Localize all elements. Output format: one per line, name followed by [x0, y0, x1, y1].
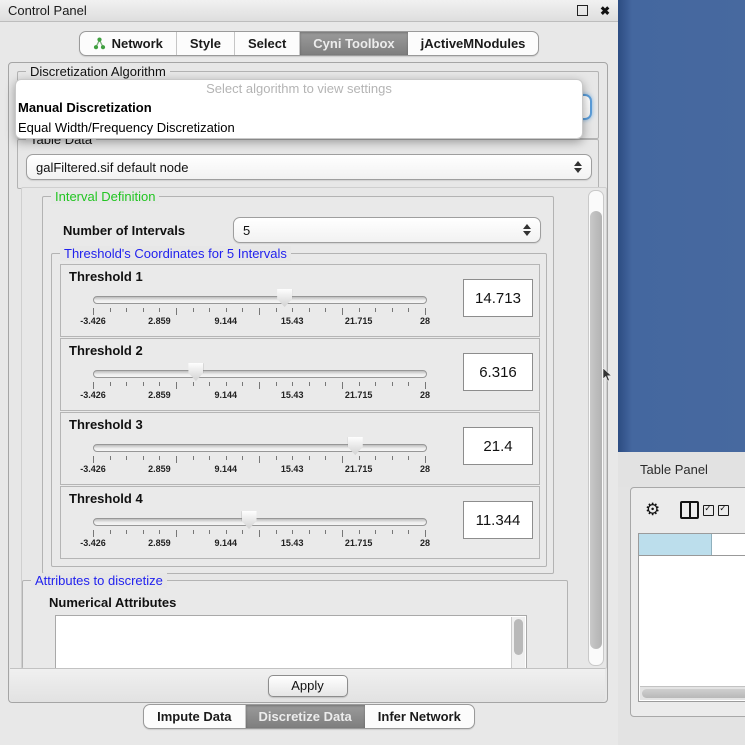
bottom-tab-label: Discretize Data — [259, 709, 352, 724]
table-data-group: Table Data galFiltered.sif default node — [17, 139, 599, 189]
table-panel-window: ⚙ — [630, 487, 745, 717]
threshold-label: Threshold 4 — [69, 491, 143, 506]
slider-track[interactable] — [93, 518, 427, 526]
table-horizontal-scrollbar[interactable] — [640, 686, 745, 700]
slider-thumb[interactable] — [242, 511, 257, 529]
thresholds-group-title: Threshold's Coordinates for 5 Intervals — [60, 246, 291, 261]
checkbox-icon[interactable] — [703, 505, 714, 516]
apply-button[interactable]: Apply — [268, 675, 348, 697]
float-window-icon[interactable] — [577, 5, 588, 16]
slider-ticks — [93, 456, 425, 464]
node-table — [638, 533, 745, 702]
slider-thumb[interactable] — [348, 437, 363, 455]
algorithm-dropdown-popup: Select algorithm to view settings Manual… — [15, 79, 583, 139]
split-columns-icon[interactable] — [680, 501, 699, 519]
checkbox-icon[interactable] — [718, 505, 729, 516]
slider-thumb[interactable] — [188, 363, 203, 381]
tab-style[interactable]: Style — [177, 32, 235, 55]
bottom-tab-label: Infer Network — [378, 709, 461, 724]
threshold-value-field[interactable]: 11.344 — [463, 501, 533, 539]
table-header-row — [639, 534, 745, 556]
slider-track[interactable] — [93, 370, 427, 378]
column-header-shared[interactable] — [639, 534, 712, 555]
network-window-frame — [618, 0, 745, 452]
tab-jactivemnodules[interactable]: jActiveMNodules — [408, 32, 539, 55]
apply-button-label: Apply — [291, 678, 324, 693]
tab-label: Network — [112, 36, 163, 51]
threshold-box-4: Threshold 4 -3.4262.8599.14415.4321.71528… — [60, 486, 540, 559]
tab-label: Style — [190, 36, 221, 51]
bottom-tab-impute-data[interactable]: Impute Data — [144, 705, 245, 728]
interval-definition-title: Interval Definition — [51, 189, 159, 204]
slider-ticks — [93, 530, 425, 538]
tab-label: jActiveMNodules — [421, 36, 526, 51]
slider-tick-labels: -3.4262.8599.14415.4321.71528 — [93, 316, 425, 328]
threshold-box-2: Threshold 2 -3.4262.8599.14415.4321.71528… — [60, 338, 540, 411]
slider-ticks — [93, 308, 425, 316]
settings-scroll-viewport: Interval Definition Number of Intervals … — [21, 187, 607, 669]
slider-track[interactable] — [93, 296, 427, 304]
bottom-tab-row: Impute Data Discretize Data Infer Network — [0, 704, 618, 729]
table-toolbar: ⚙ — [631, 488, 745, 532]
attributes-list-scrollbar[interactable] — [511, 617, 525, 669]
combo-arrows-icon — [523, 224, 531, 236]
threshold-value-field[interactable]: 6.316 — [463, 353, 533, 391]
attributes-group: Attributes to discretize Numerical Attri… — [22, 580, 568, 669]
threshold-value-field[interactable]: 21.4 — [463, 427, 533, 465]
bottom-tab-discretize-data[interactable]: Discretize Data — [246, 705, 365, 728]
control-panel-titlebar: Control Panel ✖ — [0, 0, 618, 22]
table-data-value: galFiltered.sif default node — [36, 160, 188, 175]
tab-label: Cyni Toolbox — [313, 36, 394, 51]
algorithm-options: Manual DiscretizationEqual Width/Frequen… — [16, 98, 582, 138]
top-tab-row: Network Style Select Cyni Toolbox jActiveMNo… — [0, 31, 618, 56]
top-tabbar: Network Style Select Cyni Toolbox jActiveMNo… — [79, 31, 540, 56]
column-header-name[interactable] — [712, 534, 745, 555]
network-icon — [93, 37, 106, 50]
slider-tick-labels: -3.4262.8599.14415.4321.71528 — [93, 390, 425, 402]
slider-track[interactable] — [93, 444, 427, 452]
gear-icon[interactable]: ⚙ — [645, 500, 660, 520]
num-intervals-value: 5 — [243, 223, 250, 238]
threshold-label: Threshold 3 — [69, 417, 143, 432]
algorithm-option[interactable]: Manual Discretization — [16, 98, 582, 118]
tab-select[interactable]: Select — [235, 32, 300, 55]
threshold-label: Threshold 2 — [69, 343, 143, 358]
tab-cyni-toolbox[interactable]: Cyni Toolbox — [300, 32, 407, 55]
close-icon[interactable]: ✖ — [600, 5, 610, 17]
interval-definition-group: Interval Definition Number of Intervals … — [42, 196, 554, 574]
slider-ticks — [93, 382, 425, 390]
numerical-attributes-label: Numerical Attributes — [49, 595, 176, 610]
slider-tick-labels: -3.4262.8599.14415.4321.71528 — [93, 538, 425, 550]
attributes-group-title: Attributes to discretize — [31, 573, 167, 588]
table-panel-title: Table Panel — [640, 462, 708, 477]
cyni-toolbox-panel: Discretization Algorithm Select algorith… — [8, 62, 608, 703]
threshold-value-field[interactable]: 14.713 — [463, 279, 533, 317]
attributes-list[interactable] — [55, 615, 527, 669]
algorithm-placeholder: Select algorithm to view settings — [16, 80, 582, 98]
bottom-tab-infer-network[interactable]: Infer Network — [365, 705, 474, 728]
algorithm-option[interactable]: Equal Width/Frequency Discretization — [16, 118, 582, 138]
viewport-scrollbar[interactable] — [588, 190, 604, 666]
combo-arrows-icon — [574, 161, 582, 173]
table-data-combobox[interactable]: galFiltered.sif default node — [26, 154, 592, 180]
algorithm-group-title: Discretization Algorithm — [26, 64, 170, 79]
num-intervals-combobox[interactable]: 5 — [233, 217, 541, 243]
table-panel-strip: Table Panel — [618, 452, 745, 487]
mouse-cursor — [602, 368, 614, 382]
tab-label: Select — [248, 36, 286, 51]
control-panel: Control Panel ✖ Network Style Select Cyni T… — [0, 0, 618, 745]
slider-thumb[interactable] — [277, 289, 292, 307]
slider-tick-labels: -3.4262.8599.14415.4321.71528 — [93, 464, 425, 476]
tab-network[interactable]: Network — [80, 32, 177, 55]
bottom-tabbar: Impute Data Discretize Data Infer Network — [143, 704, 475, 729]
threshold-box-1: Threshold 1 -3.4262.8599.14415.4321.71528… — [60, 264, 540, 337]
num-intervals-label: Number of Intervals — [63, 223, 185, 238]
apply-row: Apply — [10, 668, 605, 702]
panel-title: Control Panel — [8, 3, 87, 18]
threshold-label: Threshold 1 — [69, 269, 143, 284]
threshold-box-3: Threshold 3 -3.4262.8599.14415.4321.71528… — [60, 412, 540, 485]
bottom-tab-label: Impute Data — [157, 709, 231, 724]
thresholds-group: Threshold's Coordinates for 5 Intervals … — [51, 253, 547, 567]
